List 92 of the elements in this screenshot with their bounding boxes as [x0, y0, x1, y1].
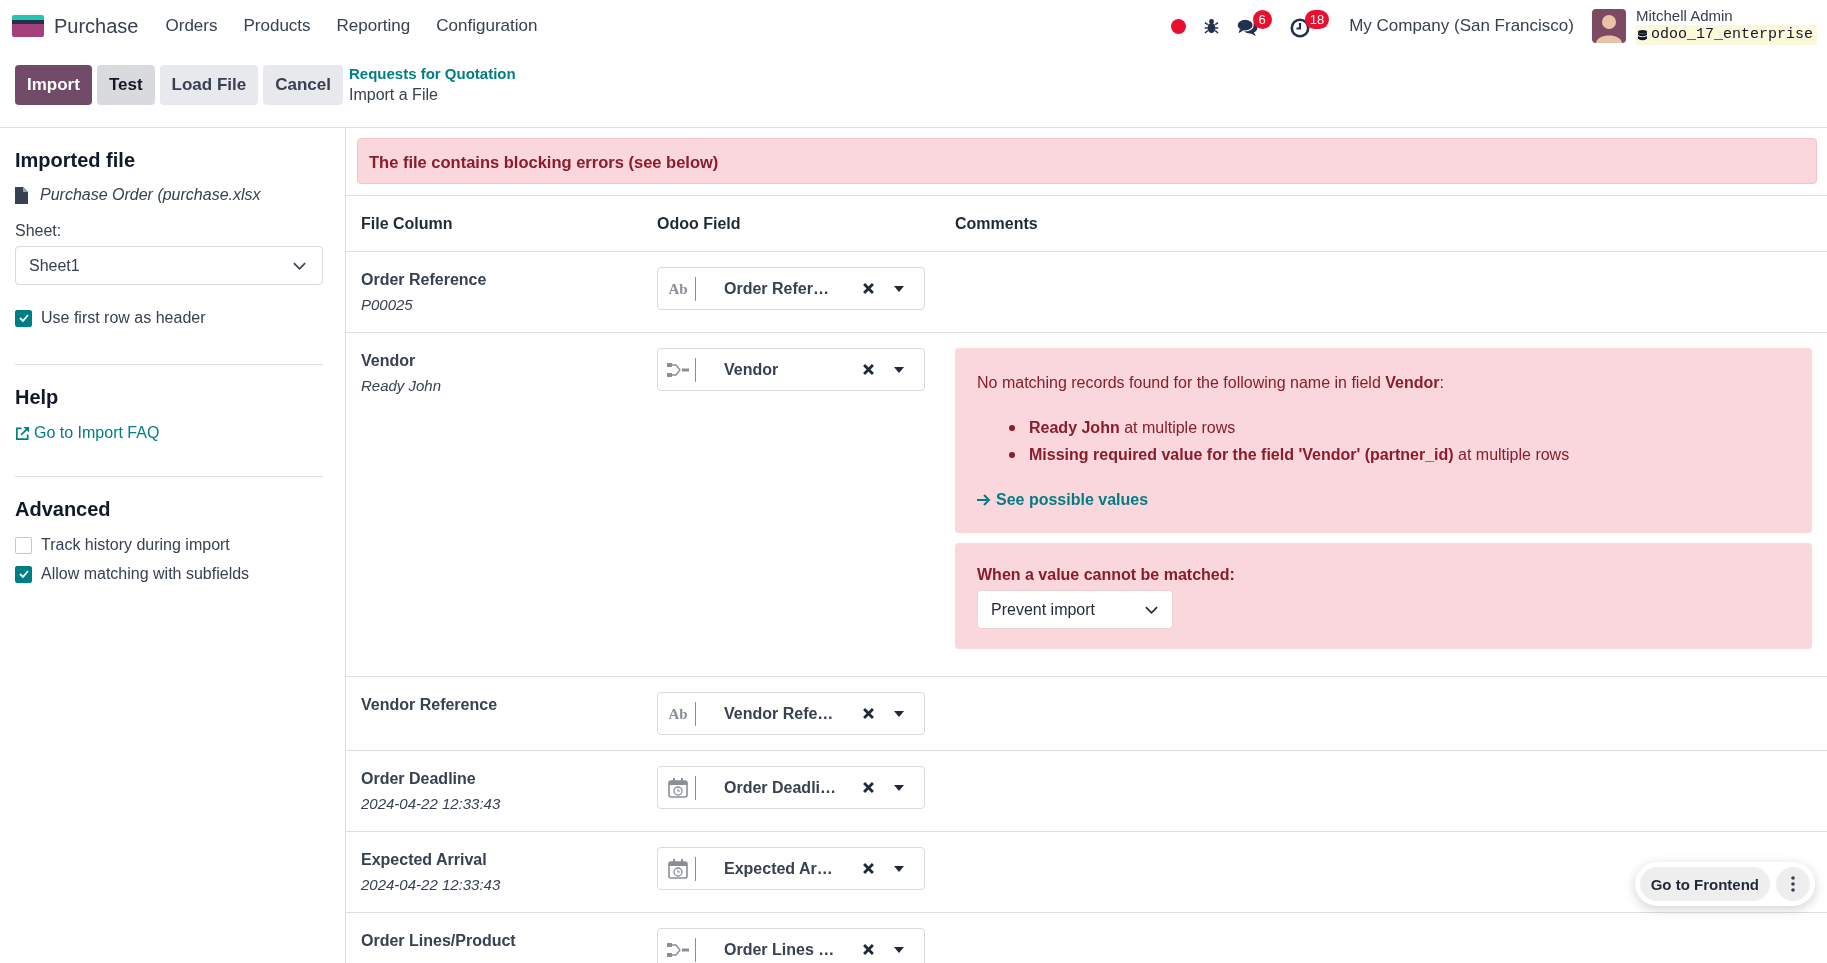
column-header: Odoo Field — [657, 214, 741, 232]
user-name[interactable]: Mitchell Admin — [1635, 7, 1817, 25]
menu-item[interactable]: Products — [230, 14, 324, 38]
column-name: Vendor Reference — [361, 695, 499, 715]
secondary-button[interactable]: Cancel — [263, 65, 343, 105]
sample-value: Ready John — [361, 376, 443, 396]
secondary-button[interactable]: Test — [96, 65, 155, 105]
caret-down-icon[interactable] — [894, 865, 904, 872]
checkmark-icon — [18, 570, 29, 578]
chevron-down-icon — [293, 261, 306, 270]
clock-icon[interactable] — [1289, 18, 1310, 38]
checkbox[interactable] — [15, 565, 32, 583]
caret-down-icon[interactable] — [894, 710, 904, 717]
status-dot-icon[interactable] — [1170, 19, 1186, 34]
kebab-menu-icon — [1791, 876, 1795, 892]
checkbox-label: Use first row as header — [41, 308, 206, 328]
possible-values-link[interactable]: See possible values — [977, 489, 1149, 511]
sample-value: 2024-04-22 12:33:43 — [361, 794, 502, 814]
column-name: Order Reference — [361, 270, 488, 290]
calendar-clock-icon — [668, 777, 688, 798]
bullet-icon — [1009, 424, 1015, 431]
field-select[interactable]: Vendor — [657, 348, 925, 391]
text-type-icon: Ab — [668, 704, 688, 723]
column-header: File Column — [361, 214, 453, 232]
field-select[interactable]: Order Lines … — [657, 928, 925, 963]
breadcrumb-link[interactable]: Requests for Quotation — [348, 64, 516, 84]
checkbox-label: Allow matching with subfields — [41, 564, 250, 584]
error-item: Missing required value for the field 'Vendor' (partner_id) at multiple rows — [1029, 445, 1570, 465]
caret-down-icon[interactable] — [894, 784, 904, 791]
bug-icon[interactable] — [1203, 18, 1219, 34]
caret-down-icon[interactable] — [894, 285, 904, 292]
bullet-icon — [1009, 451, 1015, 458]
close-icon[interactable] — [863, 863, 874, 874]
column-name: Order Lines/Product — [361, 931, 517, 951]
database-name: odoo_17_enterprise — [1650, 26, 1813, 44]
primary-button[interactable]: Import — [15, 65, 92, 105]
sheet-select[interactable]: Sheet1 — [15, 246, 323, 285]
calendar-clock-icon — [668, 858, 688, 879]
error-alert: The file contains blocking errors (see below) — [357, 138, 1817, 184]
text-type-icon: Ab — [668, 279, 688, 298]
app-name[interactable]: Purchase — [54, 14, 139, 38]
menu-item[interactable]: Reporting — [323, 14, 424, 38]
faq-link[interactable]: Go to Import FAQ — [15, 422, 160, 444]
checkmark-icon — [18, 314, 29, 322]
checkbox[interactable] — [15, 309, 32, 327]
secondary-button[interactable]: Load File — [159, 65, 259, 105]
external-link-icon — [15, 425, 30, 441]
close-icon[interactable] — [863, 708, 874, 719]
count-badge: 18 — [1304, 10, 1330, 29]
menu-item[interactable]: Orders — [152, 14, 231, 38]
company-switcher[interactable]: My Company (San Francisco) — [1349, 16, 1574, 36]
frontend-button[interactable]: Go to Frontend — [1639, 867, 1770, 901]
section-title: Advanced — [15, 497, 112, 521]
close-icon[interactable] — [863, 364, 874, 375]
file-name: Purchase Order (purchase.xlsx — [40, 185, 261, 205]
sample-value: P00025 — [361, 295, 414, 315]
count-badge: 6 — [1252, 10, 1272, 29]
checkbox-label: Track history during import — [41, 535, 230, 555]
database-icon — [1637, 29, 1647, 41]
branch-icon — [667, 942, 689, 957]
column-header: Comments — [955, 214, 1038, 232]
column-name: Expected Arrival — [361, 850, 488, 870]
caret-down-icon[interactable] — [894, 366, 904, 373]
chevron-down-icon — [1145, 605, 1158, 614]
app-logo-icon[interactable] — [12, 15, 44, 37]
branch-icon — [667, 362, 689, 377]
column-name: Order Deadline — [361, 769, 477, 789]
field-select[interactable]: Expected Ar… — [657, 847, 925, 890]
close-icon[interactable] — [863, 944, 874, 955]
field-select[interactable]: Ab Order Refer… — [657, 267, 925, 310]
section-title: Help — [15, 385, 60, 409]
file-icon — [15, 186, 28, 204]
chat-icon[interactable] — [1236, 19, 1258, 36]
column-name: Vendor — [361, 351, 417, 371]
sample-value: 2024-04-22 12:33:43 — [361, 875, 502, 895]
close-icon[interactable] — [863, 283, 874, 294]
checkbox[interactable] — [15, 536, 32, 554]
field-select[interactable]: Order Deadli… — [657, 766, 925, 809]
fallback-select[interactable]: Prevent import — [977, 590, 1173, 629]
field-label: Sheet: — [15, 221, 63, 241]
fallback-label: When a value cannot be matched: — [977, 565, 1236, 585]
avatar-icon[interactable] — [1591, 9, 1626, 43]
menu-item[interactable]: Configuration — [423, 14, 551, 38]
caret-down-icon[interactable] — [894, 946, 904, 953]
section-title: Imported file — [15, 148, 136, 172]
arrow-right-icon — [977, 494, 991, 506]
more-options-button[interactable] — [1776, 867, 1810, 901]
close-icon[interactable] — [863, 782, 874, 793]
breadcrumb-current: Import a File — [348, 85, 439, 105]
field-select[interactable]: Ab Vendor Refe… — [657, 692, 925, 735]
error-message: No matching records found for the following name in field Vendor: — [977, 373, 1445, 393]
error-item: Ready John at multiple rows — [1029, 418, 1236, 438]
